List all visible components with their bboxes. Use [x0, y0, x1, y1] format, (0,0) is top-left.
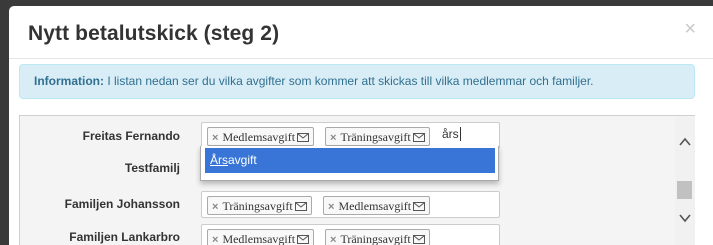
remove-tag-icon[interactable]: × — [328, 201, 334, 213]
remove-tag-icon[interactable]: × — [212, 234, 218, 245]
remove-tag-icon[interactable]: × — [212, 132, 218, 144]
fee-tag-label: Medlemsavgift — [222, 232, 296, 245]
fee-tag-label: Träningsavgift — [340, 130, 411, 144]
envelope-icon — [297, 235, 310, 244]
close-icon[interactable]: × — [684, 19, 696, 39]
autocomplete-dropdown: Årsavgift — [200, 146, 499, 181]
autocomplete-option-arsavgift[interactable]: Årsavgift — [205, 148, 495, 173]
envelope-icon — [413, 202, 426, 211]
vertical-scrollbar[interactable] — [675, 117, 695, 245]
scrollbar-thumb[interactable] — [677, 181, 692, 199]
modal-header: Nytt betalutskick (steg 2) × — [9, 6, 713, 59]
envelope-icon — [412, 133, 425, 142]
fee-tag[interactable]: × Träningsavgift — [207, 196, 312, 215]
row-label-familjen-johansson: Familjen Johansson — [64, 197, 180, 211]
fee-tag[interactable]: × Medlemsavgift — [207, 229, 315, 245]
fee-tag-field-freitas-fernando[interactable]: × Medlemsavgift × Träningsavgift års — [201, 122, 500, 149]
tag-search-input[interactable]: års — [442, 127, 461, 141]
envelope-icon — [297, 133, 310, 142]
modal-title: Nytt betalutskick (steg 2) — [28, 22, 280, 45]
autocomplete-match: Års — [210, 153, 228, 167]
envelope-icon — [412, 235, 425, 244]
autocomplete-rest: avgift — [228, 153, 257, 167]
fee-tag[interactable]: × Medlemsavgift — [207, 127, 315, 146]
fee-tag-label: Medlemsavgift — [338, 199, 412, 213]
fee-tag-field-familjen-lankarbro[interactable]: × Medlemsavgift × Träningsavgift — [201, 224, 500, 245]
chevron-up-icon[interactable] — [678, 135, 692, 149]
fee-tag-field-familjen-johansson[interactable]: × Träningsavgift × Medlemsavgift — [201, 191, 500, 218]
fee-tag-label: Träningsavgift — [340, 232, 411, 245]
alert-text: I listan nedan ser du vilka avgifter som… — [104, 74, 594, 88]
row-label-freitas-fernando: Freitas Fernando — [82, 129, 180, 143]
row-label-testfamilj: Testfamilj — [124, 161, 180, 175]
fee-tag[interactable]: × Träningsavgift — [325, 127, 430, 146]
remove-tag-icon[interactable]: × — [212, 201, 218, 213]
fee-tag[interactable]: × Träningsavgift — [325, 229, 430, 245]
remove-tag-icon[interactable]: × — [330, 132, 336, 144]
remove-tag-icon[interactable]: × — [330, 234, 336, 245]
chevron-down-icon[interactable] — [678, 211, 692, 225]
info-alert: Information: I listan nedan ser du vilka… — [19, 64, 695, 99]
alert-label: Information: — [34, 74, 104, 88]
row-label-familjen-lankarbro: Familjen Lankarbro — [69, 230, 180, 244]
tag-search-input-value: års — [442, 127, 459, 141]
text-caret — [459, 127, 461, 141]
fee-tag[interactable]: × Medlemsavgift — [323, 196, 431, 215]
modal-dialog: Nytt betalutskick (steg 2) × Information… — [9, 6, 713, 245]
fee-tag-label: Medlemsavgift — [222, 130, 296, 144]
fee-tag-label: Träningsavgift — [222, 199, 293, 213]
envelope-icon — [294, 202, 307, 211]
